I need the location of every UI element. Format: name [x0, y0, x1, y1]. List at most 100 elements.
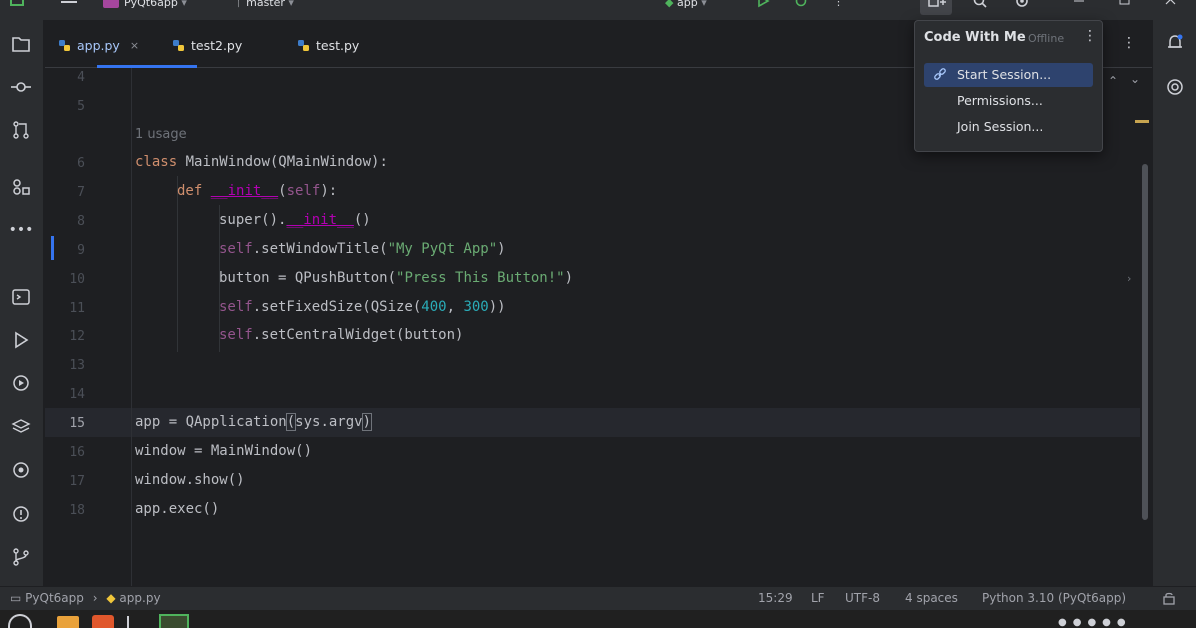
- tab-app-py[interactable]: app.py ×: [58, 34, 139, 56]
- line-number: 12: [69, 329, 85, 344]
- commit-icon[interactable]: [10, 76, 32, 98]
- line-number: 6: [77, 156, 85, 171]
- project-folder-icon[interactable]: [10, 33, 32, 55]
- file-manager-icon[interactable]: [57, 616, 79, 628]
- code-line[interactable]: self.setWindowTitle("My PyQt App"): [219, 241, 506, 257]
- project-selector[interactable]: PyQt6app ▾: [103, 0, 187, 16]
- more-actions-icon[interactable]: ⋮: [833, 0, 844, 15]
- settings-icon[interactable]: [1014, 0, 1030, 15]
- right-tool-strip: [1152, 20, 1196, 586]
- gutter-divider: [131, 68, 132, 586]
- line-number: 7: [77, 185, 85, 200]
- python-file-icon: [59, 39, 70, 51]
- title-bar: PyQt6app ▾ ᚴ master ▾ ◆ app ▾ ⋮: [0, 0, 1196, 20]
- chevron-down-icon: ▾: [181, 0, 187, 9]
- python-file-icon: ◆: [106, 591, 116, 605]
- system-tray-icons[interactable]: ●●●●●: [1058, 617, 1158, 628]
- tab-test2-py[interactable]: test2.py: [172, 34, 242, 56]
- line-number: 10: [69, 272, 85, 287]
- problems-icon[interactable]: [10, 503, 32, 525]
- os-menu-icon[interactable]: [8, 614, 32, 628]
- chevron-down-icon: ▾: [288, 0, 294, 9]
- software-center-icon[interactable]: [92, 615, 114, 628]
- code-line[interactable]: super().__init__(): [219, 212, 371, 228]
- pycharm-taskbar-icon[interactable]: [159, 614, 189, 628]
- code-line[interactable]: self.setFixedSize(QSize(400, 300)): [219, 299, 506, 315]
- terminal-icon[interactable]: [127, 616, 145, 628]
- notifications-icon[interactable]: [1164, 32, 1186, 54]
- app-icon[interactable]: [10, 0, 24, 15]
- line-number: 15: [69, 416, 85, 431]
- code-line[interactable]: button = QPushButton("Press This Button!…: [219, 270, 573, 286]
- git-icon[interactable]: [10, 546, 32, 568]
- link-icon: [934, 68, 946, 80]
- code-line[interactable]: class MainWindow(QMainWindow):: [135, 154, 388, 170]
- breadcrumb: ▭ PyQt6app › ◆ app.py: [10, 591, 161, 605]
- lock-icon[interactable]: [1162, 591, 1176, 608]
- indent-guide: [177, 176, 178, 352]
- status-bar: ▭ PyQt6app › ◆ app.py 15:29 LF UTF-8 4 s…: [0, 586, 1196, 610]
- module-icon: ▭: [10, 591, 22, 605]
- minimize-icon[interactable]: [1072, 0, 1086, 15]
- ai-assistant-icon[interactable]: [1164, 76, 1186, 98]
- python-file-icon: [298, 39, 309, 51]
- popup-options-icon[interactable]: ⋮: [1083, 28, 1097, 44]
- breadcrumb-project[interactable]: PyQt6app: [25, 591, 84, 605]
- caret-position[interactable]: 15:29: [758, 591, 793, 605]
- main-menu-icon[interactable]: [60, 0, 78, 14]
- next-highlight-icon[interactable]: ⌄: [1130, 72, 1140, 86]
- run-tool-icon[interactable]: [10, 329, 32, 351]
- code-line[interactable]: window.show(): [135, 472, 245, 488]
- line-number: 17: [69, 474, 85, 489]
- services-icon[interactable]: [10, 372, 32, 394]
- debug-tool-icon[interactable]: [10, 459, 32, 481]
- python-packages-icon[interactable]: [10, 416, 32, 438]
- maximize-icon[interactable]: [1118, 0, 1132, 15]
- more-tools-icon[interactable]: •••: [9, 219, 34, 241]
- usage-hint[interactable]: 1 usage: [135, 127, 187, 142]
- popup-status: Offline: [1028, 32, 1065, 45]
- code-with-me-icon[interactable]: [920, 0, 952, 15]
- left-tool-strip: •••: [0, 20, 44, 586]
- run-config-selector[interactable]: ◆ app ▾: [665, 0, 707, 16]
- python-run-icon: ◆: [665, 0, 674, 9]
- python-interpreter[interactable]: Python 3.10 (PyQt6app): [982, 591, 1126, 605]
- branch-selector[interactable]: ᚴ master ▾: [236, 0, 294, 16]
- code-line[interactable]: app.exec(): [135, 501, 219, 517]
- breadcrumb-separator: ›: [92, 591, 98, 605]
- line-number: 11: [69, 301, 85, 316]
- code-line[interactable]: window = MainWindow(): [135, 443, 312, 459]
- line-number: 16: [69, 445, 85, 460]
- inspection-warning-marker[interactable]: [1135, 120, 1149, 123]
- pull-requests-icon[interactable]: [10, 119, 32, 141]
- code-line[interactable]: def __init__(self):: [177, 183, 337, 199]
- line-number: 8: [77, 214, 85, 229]
- close-icon[interactable]: [1164, 0, 1178, 15]
- debug-icon[interactable]: [794, 0, 808, 15]
- fold-arrow-icon[interactable]: ›: [1127, 272, 1131, 285]
- search-icon[interactable]: [972, 0, 988, 15]
- tab-options-icon[interactable]: ⋮: [1122, 35, 1136, 51]
- code-line[interactable]: app = QApplication(sys.argv): [135, 413, 373, 431]
- file-encoding[interactable]: UTF-8: [845, 591, 880, 605]
- line-number: 5: [77, 99, 85, 114]
- structure-icon[interactable]: [10, 176, 32, 198]
- start-session-item[interactable]: Start Session...: [924, 63, 1093, 87]
- indent-setting[interactable]: 4 spaces: [905, 591, 958, 605]
- tab-test-py[interactable]: test.py: [297, 34, 359, 56]
- editor-scrollbar[interactable]: [1142, 164, 1148, 520]
- breadcrumb-file[interactable]: app.py: [119, 591, 160, 605]
- python-console-icon[interactable]: [10, 286, 32, 308]
- previous-highlight-icon[interactable]: ⌃: [1108, 74, 1118, 88]
- join-session-item[interactable]: Join Session...: [924, 115, 1093, 139]
- line-ending[interactable]: LF: [811, 591, 825, 605]
- run-icon[interactable]: [756, 0, 770, 15]
- python-file-icon: [173, 39, 184, 51]
- project-badge-icon: [103, 0, 119, 8]
- tab-close-icon[interactable]: ×: [130, 39, 139, 52]
- line-number: 14: [69, 387, 85, 402]
- code-line[interactable]: self.setCentralWidget(button): [219, 327, 463, 343]
- branch-icon: ᚴ: [236, 0, 243, 9]
- permissions-item[interactable]: Permissions...: [924, 89, 1093, 113]
- line-number: 4: [77, 70, 85, 85]
